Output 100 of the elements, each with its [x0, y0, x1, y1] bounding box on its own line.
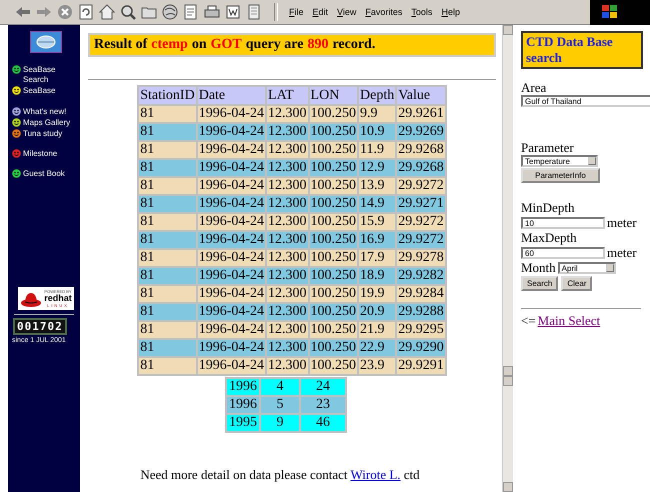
- table-cell: 18.9: [359, 268, 396, 284]
- search-icon[interactable]: [119, 3, 137, 21]
- table-cell: 29.9268: [397, 160, 445, 176]
- table-cell: 100.250: [310, 232, 358, 248]
- area-field[interactable]: Gulf of Thailand: [521, 95, 650, 107]
- contact-link[interactable]: Wirote L.: [350, 467, 401, 482]
- result-text: on: [192, 37, 207, 53]
- menu-item[interactable]: Edit: [312, 7, 328, 17]
- menu-item[interactable]: Tools: [411, 7, 432, 17]
- table-cell: 1996-04-24: [198, 322, 266, 338]
- min-depth-field[interactable]: 10: [521, 217, 605, 229]
- table-cell: 12.300: [267, 142, 308, 158]
- table-cell: 12.300: [267, 358, 308, 374]
- table-cell: 81: [139, 178, 196, 194]
- table-cell: 81: [139, 340, 196, 356]
- table-cell: 29.9269: [397, 124, 445, 140]
- search-button[interactable]: Search: [521, 276, 558, 291]
- parameter-info-button[interactable]: ParameterInfo: [521, 168, 600, 183]
- hit-counter: 001702: [13, 318, 67, 335]
- table-cell: 14.9: [359, 196, 396, 212]
- max-depth-field[interactable]: 60: [521, 247, 605, 259]
- table-cell: 100.250: [310, 304, 358, 320]
- month-dropdown[interactable]: April: [558, 262, 616, 274]
- table-cell: 1995: [227, 415, 259, 431]
- field-label: Month: [521, 261, 556, 275]
- table-cell: 1996: [227, 379, 259, 395]
- table-cell: 13.9: [359, 178, 396, 194]
- table-cell: 12.300: [267, 268, 308, 284]
- scrollbar[interactable]: [502, 376, 513, 492]
- table-cell: 5: [261, 397, 299, 413]
- nav-link[interactable]: SeaBase: [23, 86, 56, 96]
- stop-icon[interactable]: [56, 3, 74, 21]
- table-cell: 29.9291: [397, 358, 445, 374]
- table-cell: 17.9: [359, 250, 396, 266]
- table-cell: 29.9278: [397, 250, 445, 266]
- table-cell: 81: [139, 196, 196, 212]
- unit-label: meter: [607, 215, 637, 231]
- column-header: Date: [198, 87, 266, 104]
- table-cell: 1996-04-24: [198, 214, 266, 230]
- menu-item[interactable]: Help: [441, 7, 460, 17]
- table-cell: 81: [139, 250, 196, 266]
- table-cell: 81: [139, 322, 196, 338]
- table-cell: 12.300: [267, 214, 308, 230]
- table-cell: 1996-04-24: [198, 196, 266, 212]
- table-cell: 1996-04-24: [198, 250, 266, 266]
- table-cell: 29.9295: [397, 322, 445, 338]
- document-icon[interactable]: [224, 3, 242, 21]
- table-cell: 100.250: [310, 340, 358, 356]
- table-cell: 1996-04-24: [198, 178, 266, 194]
- table-cell: 29.9261: [397, 106, 445, 122]
- field-label: Parameter: [521, 141, 574, 155]
- table-cell: 81: [139, 106, 196, 122]
- table-cell: 11.9: [359, 142, 396, 158]
- menu-item[interactable]: File: [289, 7, 304, 17]
- menu-item[interactable]: Favorites: [365, 7, 402, 17]
- form-title: CTD Data Base search: [521, 31, 643, 69]
- home-icon[interactable]: [98, 3, 116, 21]
- refresh-icon[interactable]: [77, 3, 95, 21]
- nav-link[interactable]: Milestone: [23, 149, 58, 159]
- main-select-link[interactable]: Main Select: [538, 313, 600, 329]
- table-cell: 100.250: [310, 358, 358, 374]
- table-cell: 46: [301, 415, 345, 431]
- scrollbar[interactable]: [502, 25, 513, 376]
- table-cell: 23.9: [359, 358, 396, 374]
- unit-label: meter: [607, 245, 637, 261]
- table-cell: 1996-04-24: [198, 358, 266, 374]
- table-cell: 100.250: [310, 124, 358, 140]
- table-cell: 1996-04-24: [198, 268, 266, 284]
- table-cell: 12.300: [267, 124, 308, 140]
- table-cell: 1996-04-24: [198, 304, 266, 320]
- result-text: Result of: [94, 37, 148, 53]
- table-cell: 21.9: [359, 322, 396, 338]
- menu-item[interactable]: View: [337, 7, 356, 17]
- table-cell: 9: [261, 415, 299, 431]
- table-cell: 29.9268: [397, 142, 445, 158]
- nav-link[interactable]: Guest Book: [23, 169, 65, 179]
- globe-icon[interactable]: [161, 3, 179, 21]
- nav-link[interactable]: SeaBase Search: [23, 65, 76, 85]
- table-cell: 81: [139, 160, 196, 176]
- table-cell: 12.300: [267, 106, 308, 122]
- nav-link[interactable]: What's new!: [23, 107, 66, 117]
- table-cell: 81: [139, 358, 196, 374]
- clear-button[interactable]: Clear: [561, 276, 592, 291]
- table-cell: 22.9: [359, 340, 396, 356]
- field-label: MinDepth: [521, 201, 574, 215]
- table-cell: 12.9: [359, 160, 396, 176]
- table-cell: 1996-04-24: [198, 160, 266, 176]
- nav-link[interactable]: Tuna study: [23, 129, 62, 139]
- table-cell: 1996-04-24: [198, 286, 266, 302]
- table-cell: 29.9290: [397, 340, 445, 356]
- parameter-dropdown[interactable]: Temperature: [521, 155, 598, 167]
- logo-icon[interactable]: [30, 31, 62, 53]
- table-cell: 100.250: [310, 196, 358, 212]
- table-cell: 100.250: [310, 178, 358, 194]
- table-cell: 29.9282: [397, 268, 445, 284]
- table-cell: 81: [139, 304, 196, 320]
- table-cell: 100.250: [310, 322, 358, 338]
- table-cell: 29.9271: [397, 196, 445, 212]
- table-cell: 12.300: [267, 232, 308, 248]
- nav-link[interactable]: Maps Gallery: [23, 118, 70, 128]
